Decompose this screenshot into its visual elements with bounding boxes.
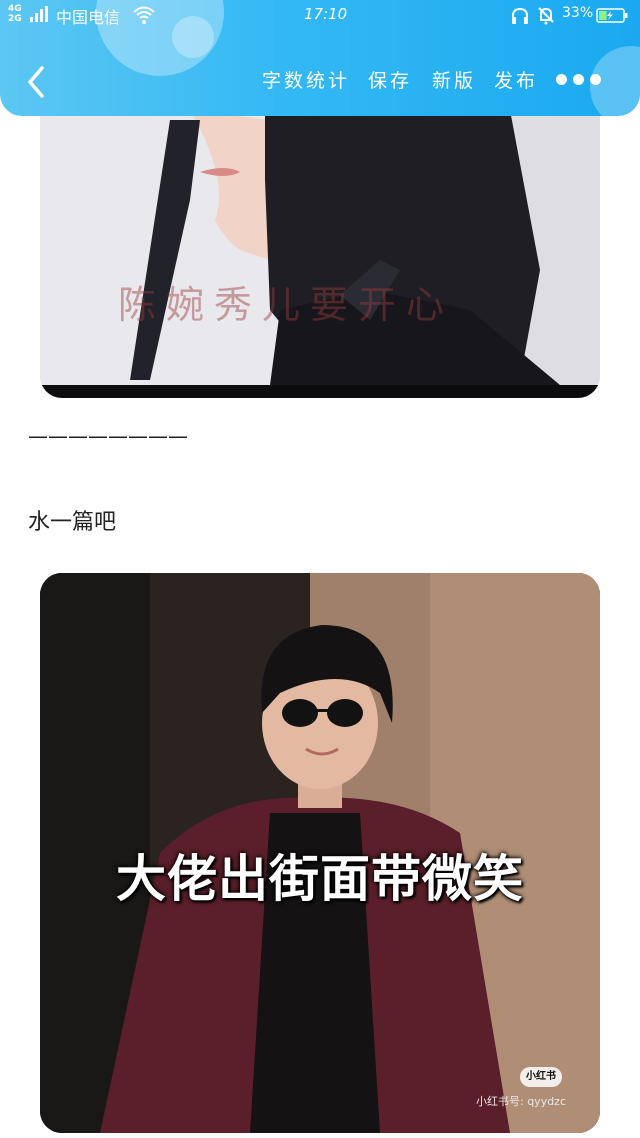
divider-line: ———————— bbox=[28, 424, 188, 448]
publish-button[interactable]: 发布 bbox=[494, 66, 538, 93]
battery-icon bbox=[596, 8, 628, 23]
paragraph-text[interactable]: 水一篇吧 bbox=[28, 504, 116, 536]
network-type: 4G 2G bbox=[8, 4, 22, 24]
nav-bar: 字数统计 保存 新版 发布 bbox=[0, 44, 640, 116]
image-watermark-text: 陈婉秀儿要开心 bbox=[118, 283, 455, 327]
carrier-name: 中国电信 bbox=[56, 8, 121, 27]
back-arrow-icon[interactable] bbox=[20, 62, 52, 102]
wifi-icon bbox=[133, 6, 155, 24]
more-options-icon[interactable] bbox=[556, 74, 602, 88]
new-version-button[interactable]: 新版 bbox=[432, 66, 476, 93]
bell-muted-icon bbox=[538, 7, 554, 25]
status-time: 17:10 bbox=[304, 5, 348, 23]
headset-icon bbox=[512, 7, 528, 24]
signal-icon bbox=[30, 6, 50, 22]
xiaohongshu-id: 小红书号: qyydzc bbox=[476, 1095, 567, 1108]
editor-content: 陈婉秀儿要开心 ———————— 水一篇吧 大佬出街面带微笑 小红书 小红书号:… bbox=[0, 0, 640, 1138]
article-image-2[interactable]: 大佬出街面带微笑 小红书 小红书号: qyydzc bbox=[40, 573, 600, 1133]
xiaohongshu-badge: 小红书 bbox=[520, 1067, 562, 1087]
save-button[interactable]: 保存 bbox=[368, 66, 412, 93]
status-bar: 4G 2G 中国电信 17:10 33% bbox=[0, 0, 640, 32]
word-count-button[interactable]: 字数统计 bbox=[262, 66, 350, 93]
image-caption: 大佬出街面带微笑 bbox=[116, 850, 524, 908]
app-header: 4G 2G 中国电信 17:10 33% 字数统计 保存 新版 发布 bbox=[0, 0, 640, 116]
battery-percent: 33% bbox=[562, 5, 594, 21]
